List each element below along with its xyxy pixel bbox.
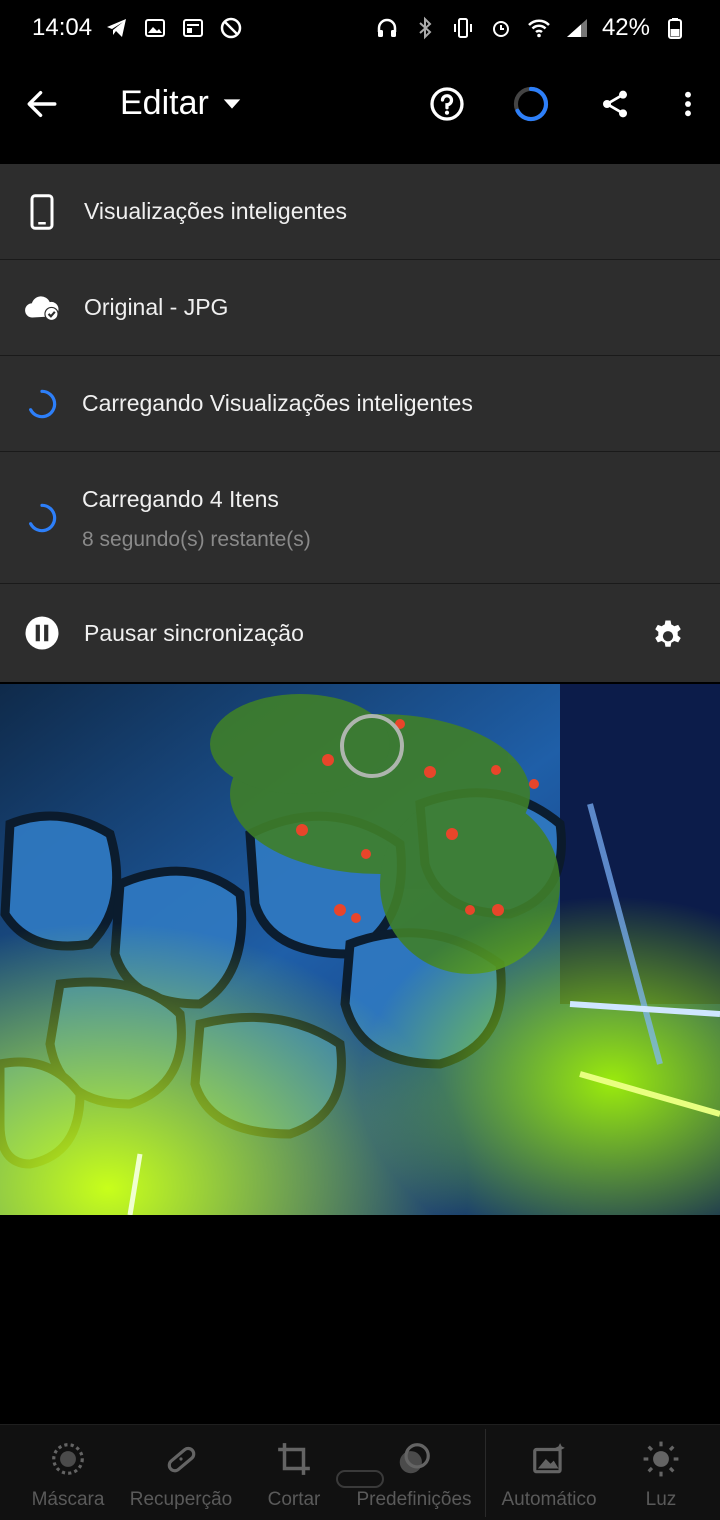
smart-previews-row[interactable]: Visualizações inteligentes (0, 164, 720, 260)
sync-status-panel: Visualizações inteligentes Original - JP… (0, 164, 720, 682)
original-label: Original - JPG (84, 294, 229, 320)
auto-image-icon (529, 1439, 569, 1479)
loading-items-label: Carregando 4 Itens (82, 486, 279, 512)
help-button[interactable] (425, 82, 469, 126)
loading-spinner-icon (22, 498, 62, 538)
sync-status-button[interactable] (509, 82, 553, 126)
blocked-icon (218, 15, 244, 41)
sync-progress-icon (513, 86, 549, 122)
gallery-icon (142, 15, 168, 41)
back-arrow-icon (27, 90, 57, 118)
headset-icon (374, 15, 400, 41)
battery-percent: 42% (601, 14, 650, 41)
rock-waterfall-photo (0, 684, 720, 1215)
tool-label: Máscara (31, 1489, 105, 1510)
tool-label: Luz (645, 1489, 677, 1510)
telegram-icon (104, 15, 130, 41)
tool-label: Recuperção (129, 1489, 233, 1510)
sun-icon (641, 1439, 681, 1479)
mask-icon (48, 1439, 88, 1479)
lightroom-edit-screen: 14:04 42% Editar Visualizações inteligen… (0, 0, 720, 1520)
battery-icon (662, 15, 688, 41)
tool-crop[interactable]: Cortar (256, 1425, 332, 1520)
toolbar-handle[interactable] (336, 1470, 384, 1488)
photo-preview[interactable] (0, 684, 720, 1215)
more-button[interactable] (666, 82, 710, 126)
smart-previews-label: Visualizações inteligentes (84, 198, 347, 224)
status-time: 14:04 (32, 14, 93, 41)
loading-items-row: Carregando 4 Itens 8 segundo(s) restante… (0, 452, 720, 584)
presets-icon (394, 1439, 434, 1479)
tool-mask[interactable]: Máscara (28, 1425, 108, 1520)
page-title: Editar (120, 84, 209, 122)
pause-sync-row[interactable]: Pausar sincronização (0, 584, 720, 682)
vibrate-icon (450, 15, 476, 41)
tool-label: Automático (501, 1489, 597, 1510)
bluetooth-icon (412, 15, 438, 41)
wifi-icon (526, 15, 552, 41)
tool-healing[interactable]: Recuperção (128, 1425, 234, 1520)
back-button[interactable] (20, 82, 64, 126)
loading-previews-row: Carregando Visualizações inteligentes (0, 356, 720, 452)
toolbar-divider (485, 1429, 486, 1517)
crop-icon (274, 1439, 314, 1479)
more-vert-icon (685, 91, 691, 117)
tool-label: Predefinições (356, 1489, 472, 1510)
share-button[interactable] (593, 82, 637, 126)
loading-spinner-icon (22, 384, 62, 424)
phone-icon (22, 192, 62, 232)
tool-auto[interactable]: Automático (496, 1425, 602, 1520)
alarm-icon (488, 15, 514, 41)
loading-previews-label: Carregando Visualizações inteligentes (82, 390, 473, 416)
chevron-down-icon (223, 98, 241, 109)
share-icon (603, 90, 627, 118)
mode-dropdown[interactable]: Editar (120, 84, 243, 123)
pause-sync-label: Pausar sincronização (84, 619, 304, 646)
tool-label: Cortar (267, 1489, 321, 1510)
signal-icon (564, 15, 590, 41)
help-icon (430, 87, 464, 121)
pause-icon (22, 613, 62, 653)
original-row[interactable]: Original - JPG (0, 260, 720, 356)
app-header: Editar (0, 56, 720, 164)
tool-light[interactable]: Luz (630, 1425, 692, 1520)
gear-icon[interactable] (648, 614, 688, 654)
healing-bandage-icon (161, 1439, 201, 1479)
status-bar: 14:04 42% (0, 0, 720, 56)
cloud-check-icon (22, 288, 62, 328)
news-icon (180, 15, 206, 41)
time-remaining: 8 segundo(s) restante(s) (82, 528, 311, 551)
